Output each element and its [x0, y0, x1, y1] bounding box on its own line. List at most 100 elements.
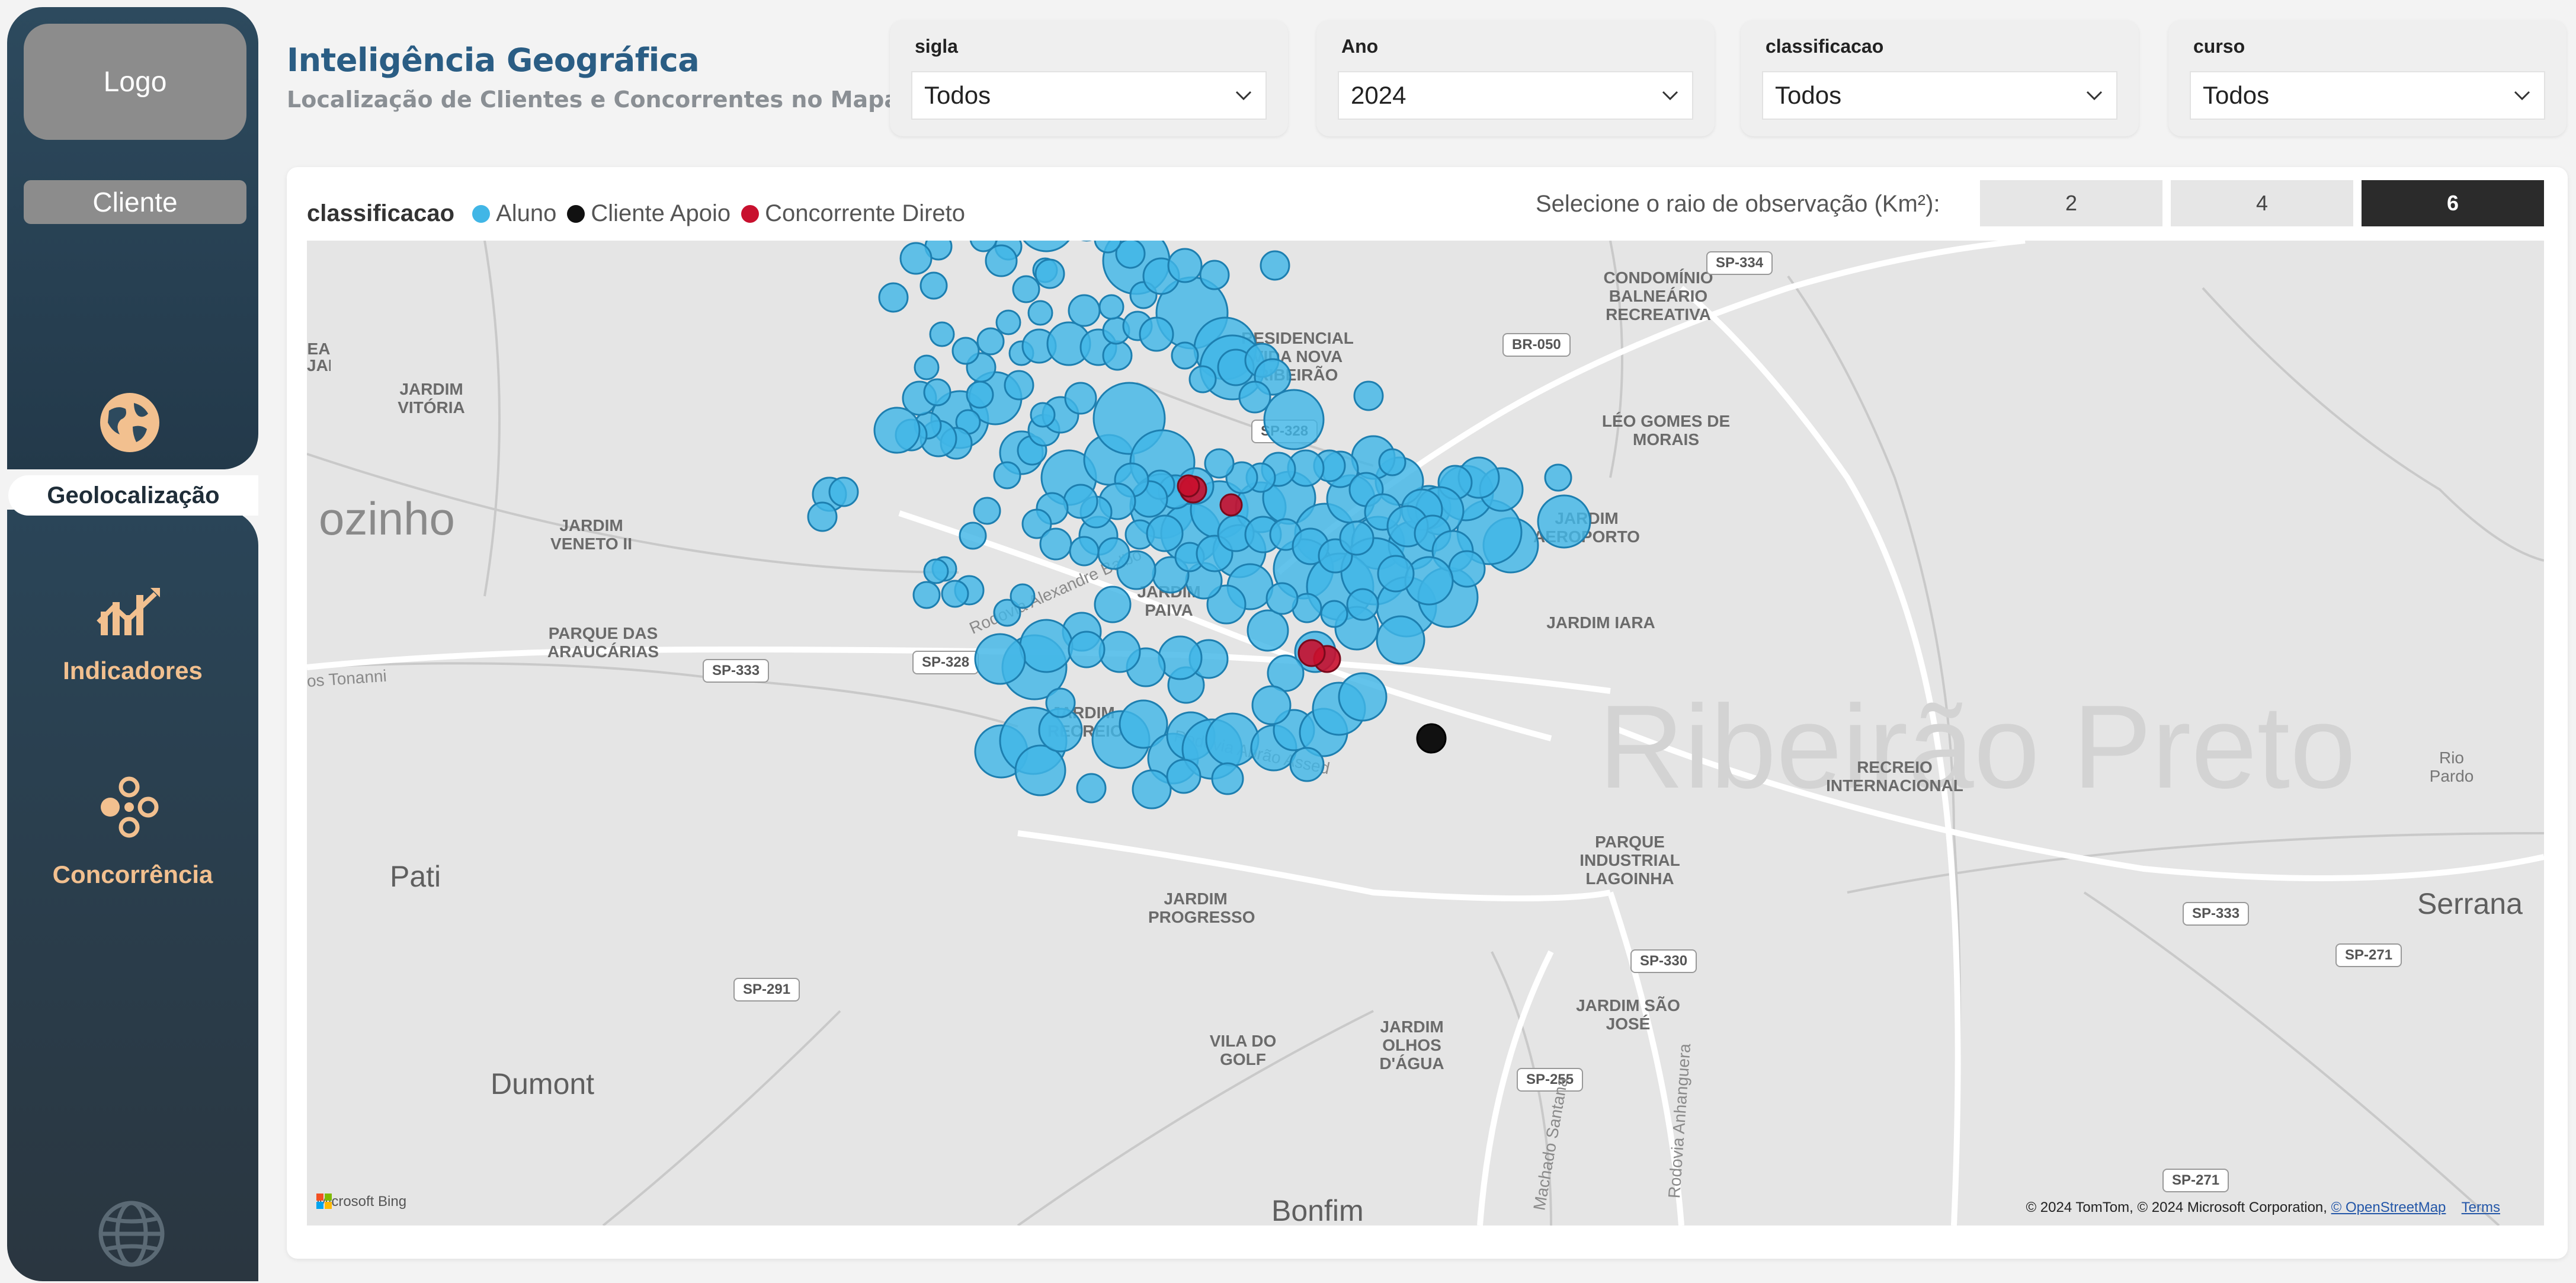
aluno-marker[interactable] — [1158, 635, 1203, 680]
filter-label: curso — [2193, 36, 2245, 57]
aluno-marker[interactable] — [941, 580, 969, 608]
filter-dropdown[interactable]: Todos — [911, 71, 1267, 120]
aluno-marker[interactable] — [993, 461, 1021, 489]
aluno-marker[interactable] — [1376, 615, 1425, 665]
aluno-marker[interactable] — [1014, 744, 1066, 796]
aluno-marker[interactable] — [1251, 685, 1292, 725]
aluno-marker[interactable] — [1338, 672, 1388, 722]
network-icon[interactable] — [98, 776, 160, 838]
filter-dropdown[interactable]: Todos — [2190, 71, 2545, 120]
aluno-marker[interactable] — [959, 521, 987, 550]
aluno-marker[interactable] — [951, 337, 980, 365]
aluno-marker[interactable] — [1378, 448, 1406, 476]
aluno-marker[interactable] — [1012, 275, 1040, 303]
aluno-marker[interactable] — [1339, 520, 1374, 556]
aluno-marker[interactable] — [923, 558, 949, 584]
chart-trend-icon[interactable] — [96, 581, 162, 638]
aluno-marker[interactable] — [878, 282, 909, 313]
osm-link[interactable]: © OpenStreetMap — [2331, 1199, 2446, 1215]
map-bubbles[interactable] — [307, 241, 2544, 1226]
nav-item-concorrencia[interactable]: Concorrência — [7, 860, 258, 889]
legend-item-concorrente-direto[interactable]: Concorrente Direto — [741, 200, 965, 227]
aluno-marker[interactable] — [1139, 316, 1174, 352]
aluno-marker[interactable] — [1537, 494, 1591, 549]
aluno-marker[interactable] — [1265, 582, 1299, 615]
aluno-marker[interactable] — [1019, 619, 1074, 673]
filter-dropdown[interactable]: Todos — [1762, 71, 2117, 120]
terms-link[interactable]: Terms — [2462, 1199, 2500, 1215]
aluno-marker[interactable] — [1353, 380, 1384, 411]
aluno-marker[interactable] — [1166, 759, 1202, 794]
aluno-marker[interactable] — [1289, 747, 1325, 782]
concorrente-marker[interactable] — [1297, 639, 1326, 667]
aluno-marker[interactable] — [1448, 550, 1486, 588]
aluno-marker[interactable] — [1132, 769, 1172, 810]
aluno-marker[interactable] — [1346, 588, 1379, 621]
aluno-marker[interactable] — [1544, 463, 1572, 492]
aluno-marker[interactable] — [976, 327, 1005, 356]
radius-option-6[interactable]: 6 — [2362, 180, 2544, 226]
radius-option-4[interactable]: 4 — [2171, 180, 2353, 226]
aluno-marker[interactable] — [1097, 537, 1130, 570]
aluno-marker[interactable] — [1320, 600, 1348, 628]
aluno-marker[interactable] — [1211, 762, 1244, 795]
aluno-marker[interactable] — [1377, 555, 1415, 593]
aluno-marker[interactable] — [914, 354, 940, 380]
aluno-marker[interactable] — [807, 501, 838, 532]
aluno-marker[interactable] — [1102, 340, 1133, 371]
aluno-marker[interactable] — [1004, 370, 1034, 401]
aluno-marker[interactable] — [985, 244, 1018, 277]
concorrente-marker[interactable] — [1177, 474, 1200, 498]
globe-outline-icon[interactable] — [96, 1198, 167, 1269]
aluno-marker[interactable] — [1263, 389, 1325, 450]
map-view[interactable]: Ribeirão Preto ozinho Pati Dumont Bonfim… — [307, 241, 2544, 1226]
legend-item-aluno[interactable]: Aluno — [472, 200, 556, 227]
aluno-marker[interactable] — [1098, 631, 1141, 673]
aluno-marker[interactable] — [1039, 527, 1072, 561]
aluno-marker[interactable] — [1199, 260, 1230, 290]
aluno-marker[interactable] — [1068, 294, 1101, 327]
aluno-marker[interactable] — [1260, 250, 1290, 281]
aluno-marker[interactable] — [973, 497, 1001, 525]
aluno-marker[interactable] — [1034, 258, 1065, 289]
globe-icon[interactable] — [97, 390, 162, 455]
aluno-marker[interactable] — [1076, 773, 1107, 804]
aluno-marker[interactable] — [974, 633, 1026, 685]
aluno-marker[interactable] — [912, 581, 941, 609]
aluno-marker[interactable] — [1030, 402, 1056, 428]
aluno-marker[interactable] — [1094, 585, 1132, 623]
aluno-marker[interactable] — [1238, 380, 1271, 414]
aluno-marker[interactable] — [1146, 514, 1184, 552]
aluno-marker[interactable] — [1018, 241, 1075, 252]
aluno-marker[interactable] — [828, 476, 859, 507]
nav-item-indicadores[interactable]: Indicadores — [7, 657, 258, 685]
aluno-marker[interactable] — [966, 380, 994, 409]
radius-option-2[interactable]: 2 — [1980, 180, 2162, 226]
legend-item-cliente-apoio[interactable]: Cliente Apoio — [567, 200, 730, 227]
aluno-marker[interactable] — [1188, 365, 1217, 393]
aluno-marker[interactable] — [1205, 712, 1260, 767]
aluno-marker[interactable] — [899, 242, 933, 275]
radius-label: Selecione o raio de observação (Km²): — [1536, 191, 1940, 217]
aluno-marker[interactable] — [1171, 341, 1199, 370]
filter-dropdown[interactable]: 2024 — [1338, 71, 1693, 120]
aluno-marker[interactable] — [873, 407, 921, 454]
aluno-marker[interactable] — [919, 271, 948, 300]
aluno-marker[interactable] — [1027, 300, 1053, 326]
aluno-marker[interactable] — [1167, 248, 1203, 283]
aluno-marker[interactable] — [1247, 609, 1289, 652]
nav-item-geolocalizacao[interactable]: Geolocalização — [8, 475, 258, 516]
aluno-marker[interactable] — [923, 378, 951, 407]
aluno-marker[interactable] — [1010, 583, 1036, 609]
aluno-marker[interactable] — [1098, 294, 1124, 320]
client-button[interactable]: Cliente — [24, 180, 246, 224]
aluno-marker[interactable] — [929, 321, 955, 347]
aluno-marker[interactable] — [1063, 484, 1098, 519]
aluno-marker[interactable] — [995, 309, 1021, 335]
aluno-marker[interactable] — [1069, 536, 1100, 567]
aluno-marker[interactable] — [1064, 382, 1097, 415]
concorrente-marker[interactable] — [1219, 493, 1243, 517]
aluno-marker[interactable] — [1045, 687, 1076, 718]
cliente-apoio-marker[interactable] — [1416, 723, 1447, 754]
aluno-marker[interactable] — [1068, 631, 1106, 668]
